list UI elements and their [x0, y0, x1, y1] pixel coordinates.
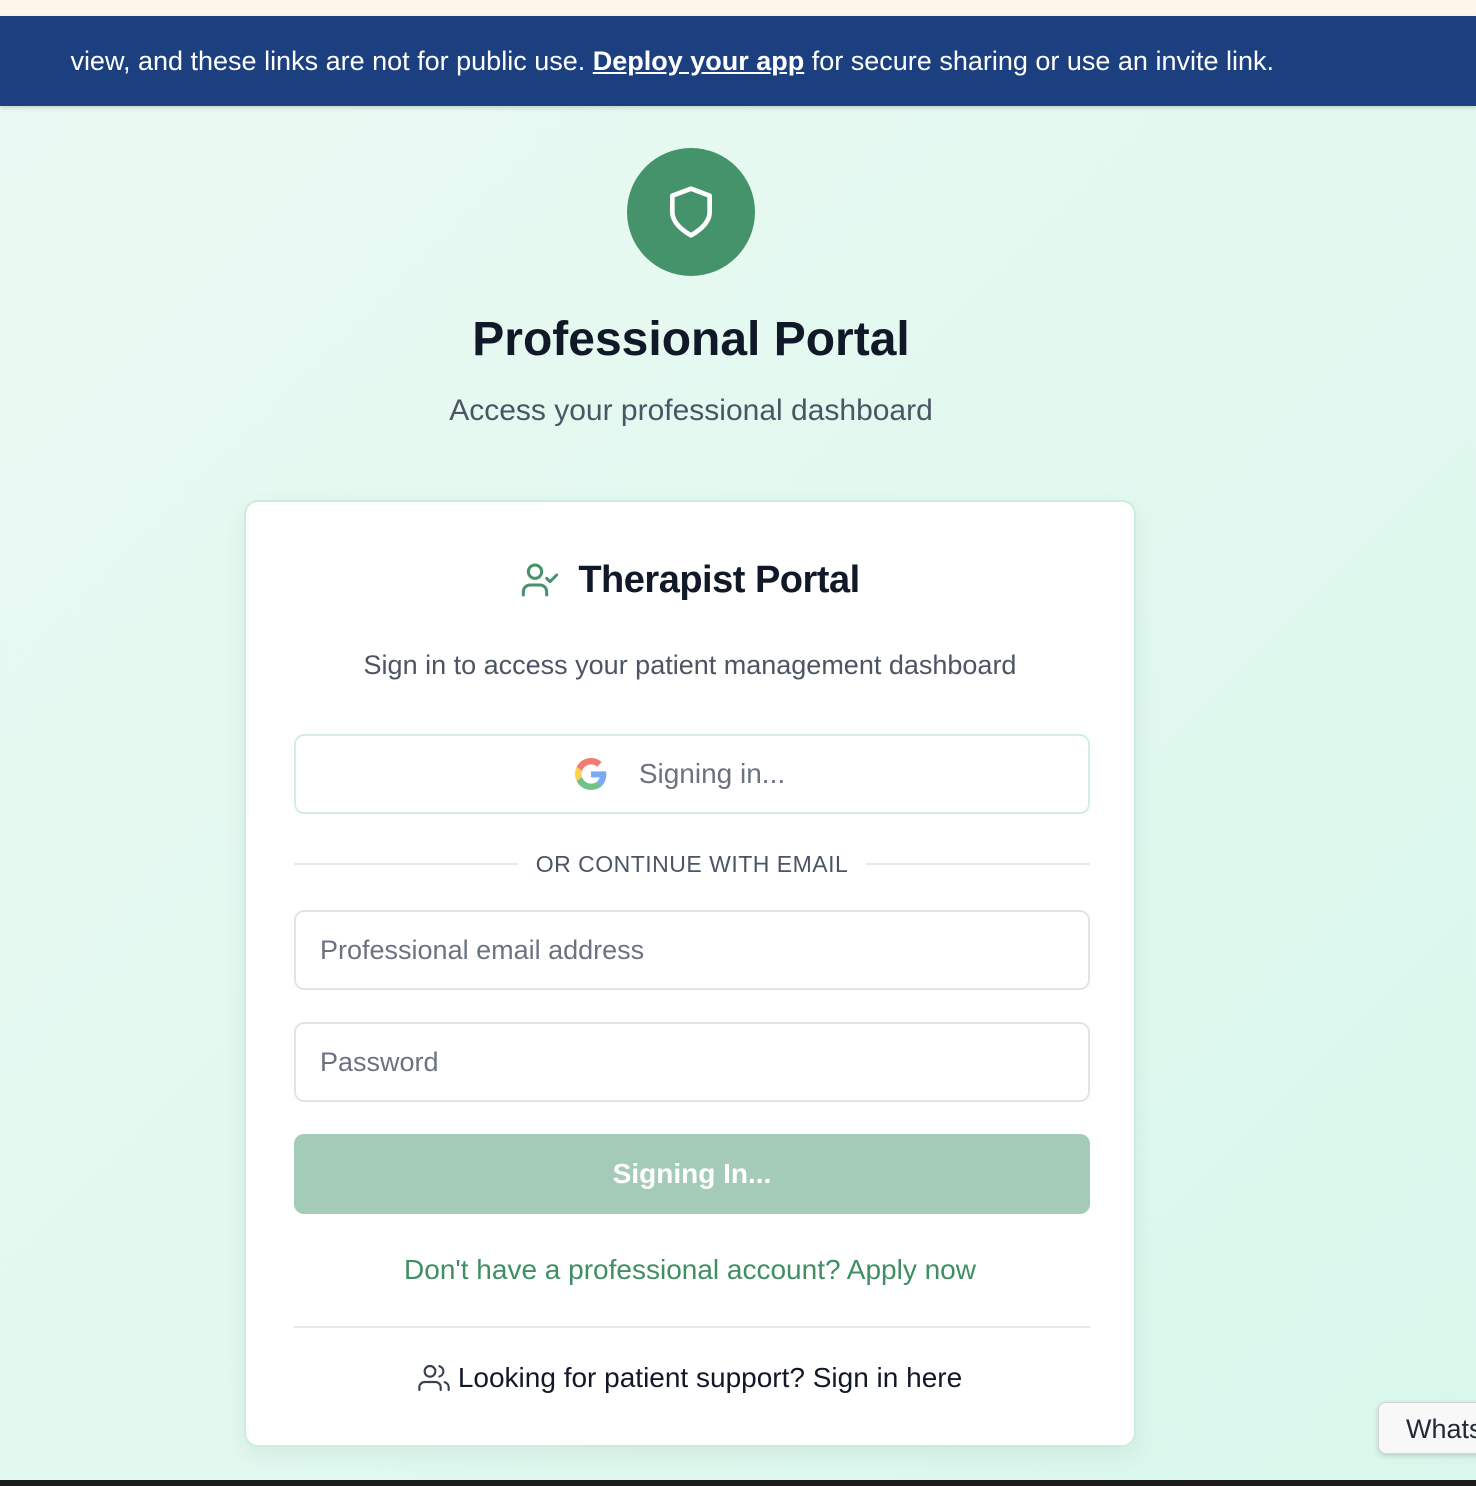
apply-now-link[interactable]: Don't have a professional account? Apply…	[246, 1254, 1134, 1286]
google-icon	[574, 758, 607, 790]
sign-in-button[interactable]: Signing In...	[294, 1134, 1090, 1214]
card-title: Therapist Portal	[578, 558, 860, 601]
google-button-label: Signing in...	[638, 758, 786, 789]
preview-banner: view, and these links are not for public…	[0, 16, 1476, 106]
user-check-icon	[520, 560, 560, 600]
email-field[interactable]	[294, 910, 1090, 990]
login-card: Therapist Portal Sign in to access your …	[244, 500, 1136, 1447]
card-divider	[294, 1326, 1090, 1328]
banner-message: view, and these links are not for public…	[70, 16, 1274, 106]
users-icon	[418, 1362, 450, 1394]
patient-sign-in-link[interactable]: Looking for patient support? Sign in her…	[246, 1362, 1134, 1394]
deploy-app-link[interactable]: Deploy your app	[593, 46, 805, 76]
banner-text-before: view, and these links are not for public…	[70, 46, 593, 76]
google-sign-in-button[interactable]: Signing in...	[294, 734, 1090, 814]
patient-link-label: Looking for patient support? Sign in her…	[457, 1362, 963, 1393]
floating-whats-tooltip[interactable]: Whats	[1378, 1402, 1476, 1454]
divider-line-right	[866, 863, 1090, 865]
password-field[interactable]	[294, 1022, 1090, 1102]
top-strip	[0, 0, 1476, 16]
logo-badge	[627, 148, 755, 276]
page-subtitle: Access your professional dashboard	[449, 394, 933, 427]
card-description: Sign in to access your patient managemen…	[363, 650, 1017, 680]
banner-text-after: for secure sharing or use an invite link…	[804, 46, 1274, 76]
or-divider: OR CONTINUE WITH EMAIL	[294, 846, 1090, 882]
shield-icon	[670, 186, 712, 238]
divider-line-left	[294, 863, 518, 865]
page-title: Professional Portal	[472, 313, 910, 366]
card-header: Therapist Portal	[246, 554, 1134, 606]
bottom-edge	[0, 1480, 1476, 1486]
divider-text: OR CONTINUE WITH EMAIL	[535, 850, 849, 877]
